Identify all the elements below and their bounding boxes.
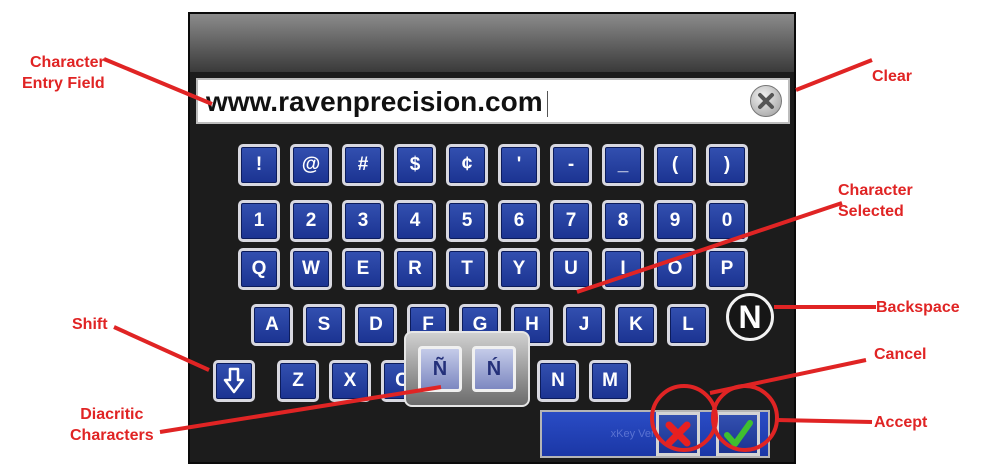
- callout-label: Clear: [872, 68, 913, 85]
- callout-clear: Clear: [872, 66, 912, 87]
- callout-line-character-selected: [576, 201, 843, 294]
- callout-label: Character Entry Field: [22, 54, 105, 92]
- callout-label: Cancel: [874, 346, 927, 363]
- callout-line-entry-field: [103, 57, 213, 106]
- callout-line-clear: [795, 58, 873, 92]
- callout-character-entry-field: Character Entry Field: [22, 52, 105, 94]
- callout-cancel: Cancel: [874, 344, 926, 365]
- callout-label: Accept: [874, 414, 928, 431]
- callout-diacritic-characters: Diacritic Characters: [70, 404, 154, 446]
- callout-backspace: Backspace: [876, 297, 960, 318]
- callout-label: Character Selected: [838, 182, 913, 220]
- callout-label: Diacritic Characters: [70, 406, 154, 444]
- callout-label: Shift: [72, 316, 108, 333]
- callout-shift: Shift: [72, 314, 108, 335]
- callout-line-shift: [113, 325, 210, 372]
- callout-label: Backspace: [876, 299, 960, 316]
- callout-accept: Accept: [874, 412, 927, 433]
- accept-highlight-circle: [711, 384, 779, 452]
- callout-line-accept: [776, 418, 873, 424]
- callout-line-diacritics: [159, 385, 442, 434]
- callout-character-selected: Character Selected: [838, 180, 913, 222]
- callout-lines: [103, 57, 876, 452]
- cancel-highlight-circle: [650, 384, 718, 452]
